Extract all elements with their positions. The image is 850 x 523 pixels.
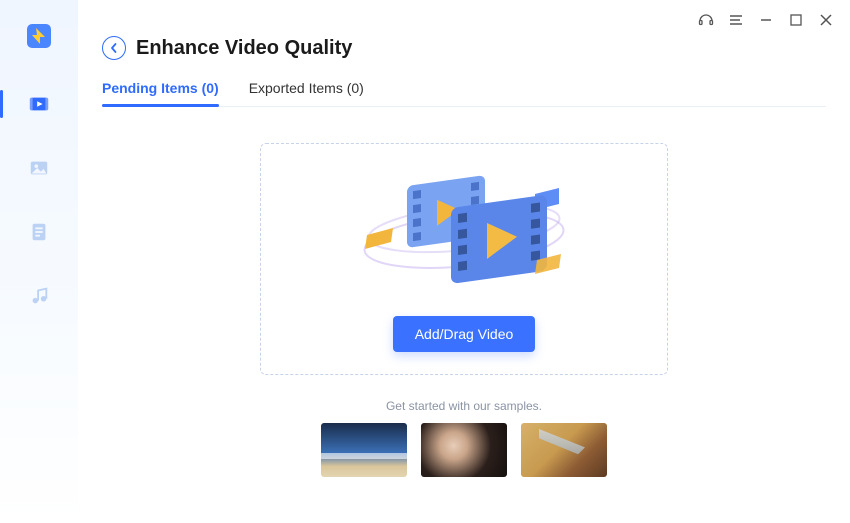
sidebar-item-audio[interactable] [15,278,63,314]
window-controls [698,12,834,28]
window-maximize-icon[interactable] [788,12,804,28]
add-video-button[interactable]: Add/Drag Video [393,316,536,352]
menu-lines-icon[interactable] [728,12,744,28]
support-headset-icon[interactable] [698,12,714,28]
app-window: Enhance Video Quality Pending Items (0) … [0,0,850,523]
window-minimize-icon[interactable] [758,12,774,28]
sidebar-nav [0,86,78,314]
tab-exported[interactable]: Exported Items (0) [249,80,364,106]
tab-pending[interactable]: Pending Items (0) [102,80,219,106]
sidebar-item-document[interactable] [15,214,63,250]
window-close-icon[interactable] [818,12,834,28]
app-logo-icon [25,22,53,50]
main-panel: Enhance Video Quality Pending Items (0) … [78,0,850,523]
sample-item-beach[interactable] [321,423,407,477]
sample-item-cutting[interactable] [521,423,607,477]
tabs: Pending Items (0) Exported Items (0) [102,80,826,107]
samples-row [102,423,826,477]
chevron-left-icon [108,42,120,54]
video-illustration-icon [349,150,579,310]
sidebar-item-video[interactable] [15,86,63,122]
sample-item-portrait[interactable] [421,423,507,477]
sidebar-item-image[interactable] [15,150,63,186]
dropzone[interactable]: Add/Drag Video [260,143,668,375]
back-button[interactable] [102,36,126,60]
sidebar [0,0,78,523]
page-title: Enhance Video Quality [136,37,352,60]
samples-caption: Get started with our samples. [102,399,826,413]
page-header: Enhance Video Quality [102,36,826,60]
